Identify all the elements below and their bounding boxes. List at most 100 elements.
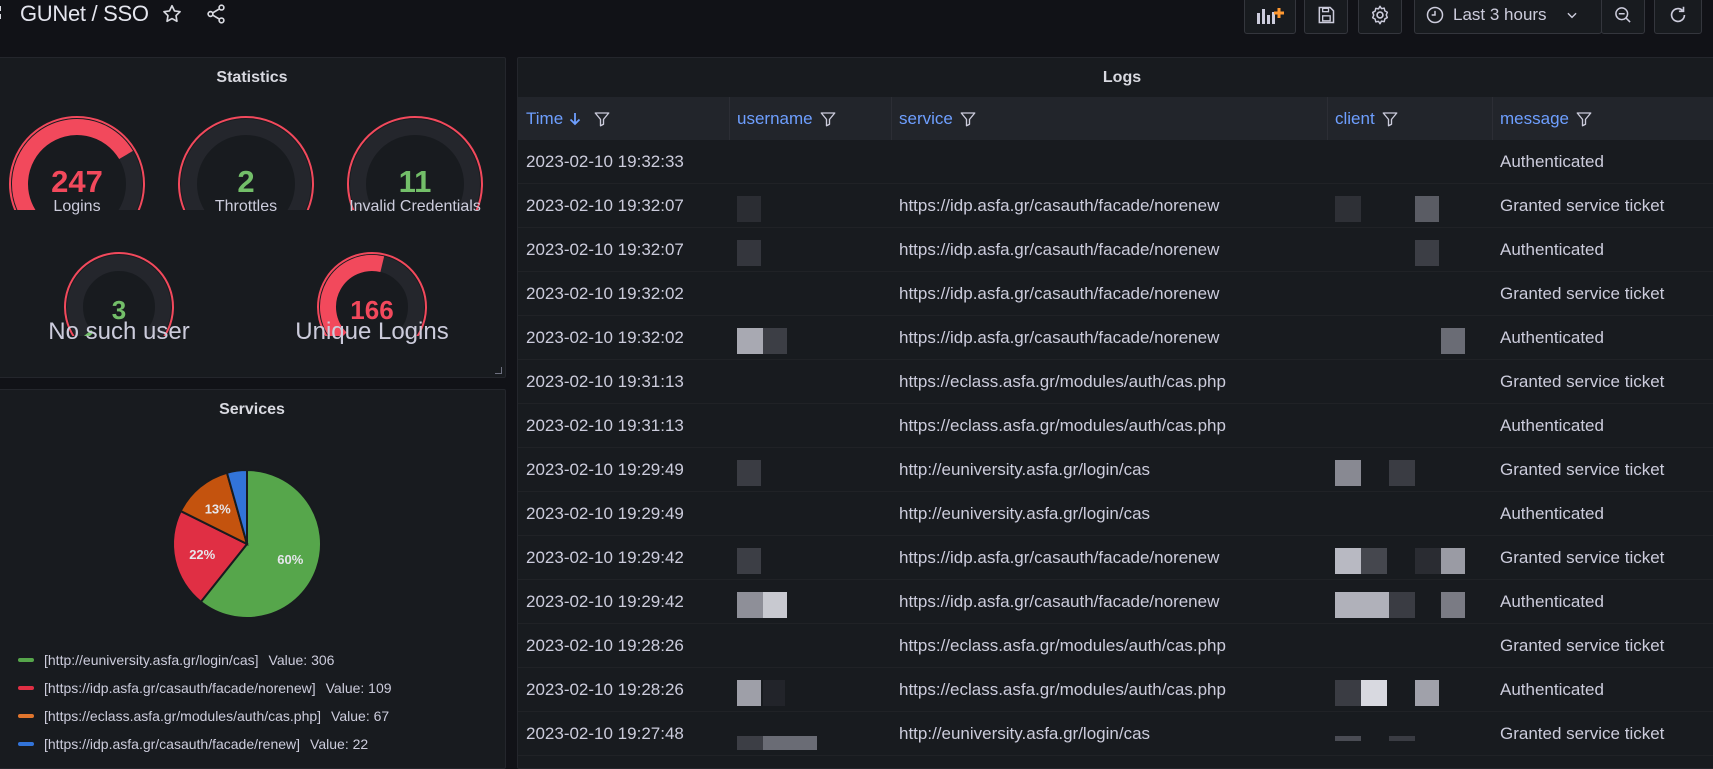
redacted-block xyxy=(1361,548,1387,574)
table-row[interactable]: 2023-02-10 19:29:49 http://euniversity.as… xyxy=(518,492,1713,536)
redacted-block xyxy=(1415,680,1439,706)
cell-message: Authenticated xyxy=(1500,328,1604,347)
cell-time: 2023-02-10 19:29:42 xyxy=(526,548,684,567)
filter-icon[interactable] xyxy=(1381,110,1399,128)
table-row[interactable]: 2023-02-10 19:28:26 https://eclass.asfa.g… xyxy=(518,624,1713,668)
cell-client xyxy=(1335,448,1489,492)
clock-icon xyxy=(1426,6,1444,24)
cell-service: https://eclass.asfa.gr/modules/auth/cas.… xyxy=(899,636,1226,655)
column-separator xyxy=(1492,97,1493,140)
share-icon[interactable] xyxy=(205,3,227,25)
table-row[interactable]: 2023-02-10 19:27:48 http://euniversity.as… xyxy=(518,712,1713,756)
redacted-block xyxy=(1441,592,1465,618)
redacted-block xyxy=(737,548,761,574)
redacted-block xyxy=(1389,592,1415,618)
cell-client xyxy=(1335,492,1489,536)
cell-message: Authenticated xyxy=(1500,152,1604,171)
redacted-block xyxy=(737,196,761,222)
table-row[interactable]: 2023-02-10 19:29:42 https://idp.asfa.gr/c… xyxy=(518,580,1713,624)
legend-item[interactable]: [http://euniversity.asfa.gr/login/cas] Va… xyxy=(18,646,392,674)
redacted-block xyxy=(1389,460,1415,486)
cell-username xyxy=(737,492,887,536)
redacted-block xyxy=(763,736,817,750)
gauge-value: 11 xyxy=(398,164,432,199)
table-row[interactable]: 2023-02-10 19:28:26 https://eclass.asfa.g… xyxy=(518,668,1713,712)
apps-icon[interactable] xyxy=(0,6,6,24)
table-row[interactable]: 2023-02-10 19:31:13 https://eclass.asfa.g… xyxy=(518,404,1713,448)
chevron-down-icon xyxy=(1566,12,1577,19)
redacted-block xyxy=(1441,328,1465,354)
column-header-client[interactable]: client xyxy=(1335,97,1399,140)
cell-username xyxy=(737,228,887,272)
redacted-block xyxy=(1335,680,1361,706)
breadcrumb[interactable]: GUNet / SSO xyxy=(20,1,149,27)
redacted-block xyxy=(763,592,787,618)
cell-service: http://euniversity.asfa.gr/login/cas xyxy=(899,504,1151,523)
gauge-no-such-user: 3 No such user xyxy=(48,246,190,345)
cell-service: https://eclass.asfa.gr/modules/auth/cas.… xyxy=(899,416,1226,435)
table-row[interactable]: 2023-02-10 19:29:49 http://euniversity.as… xyxy=(518,448,1713,492)
cell-time: 2023-02-10 19:27:48 xyxy=(526,724,684,743)
column-header-label: Time xyxy=(526,108,564,128)
column-header-service[interactable]: service xyxy=(899,97,977,140)
redacted-block xyxy=(1361,680,1387,706)
column-header-message[interactable]: message xyxy=(1500,97,1593,140)
add-panel-button[interactable] xyxy=(1244,0,1296,34)
cell-time: 2023-02-10 19:32:07 xyxy=(526,196,684,215)
gauge-value: 2 xyxy=(237,164,255,199)
cell-username xyxy=(737,580,887,624)
table-header: Time username service client message xyxy=(518,97,1713,140)
sort-desc-icon xyxy=(570,112,581,125)
table-row[interactable]: 2023-02-10 19:29:42 https://idp.asfa.gr/c… xyxy=(518,536,1713,580)
table-row[interactable]: 2023-02-10 19:32:07 https://idp.asfa.gr/c… xyxy=(518,184,1713,228)
table-row[interactable]: 2023-02-10 19:32:02 https://idp.asfa.gr/c… xyxy=(518,272,1713,316)
gauge-value: 247 xyxy=(51,164,103,199)
redacted-block xyxy=(763,328,787,354)
zoom-out-button[interactable] xyxy=(1601,0,1645,34)
column-separator xyxy=(729,97,730,140)
cell-service: https://idp.asfa.gr/casauth/facade/noren… xyxy=(899,592,1220,611)
column-header-label: client xyxy=(1335,108,1375,128)
cell-client xyxy=(1335,668,1489,712)
filter-icon[interactable] xyxy=(593,110,611,128)
time-range-picker[interactable]: Last 3 hours xyxy=(1414,0,1602,34)
panel-title: Services xyxy=(219,401,285,418)
cell-service: https://idp.asfa.gr/casauth/facade/noren… xyxy=(899,196,1220,215)
cell-username xyxy=(737,316,887,360)
star-icon[interactable] xyxy=(161,3,183,25)
cell-username xyxy=(737,360,887,404)
table-row[interactable]: 2023-02-10 19:32:33 Authenticated xyxy=(518,140,1713,184)
cell-message: Authenticated xyxy=(1500,504,1604,523)
cell-time: 2023-02-10 19:29:49 xyxy=(526,504,684,523)
cell-client xyxy=(1335,712,1489,756)
table-row[interactable]: 2023-02-10 19:32:02 https://idp.asfa.gr/c… xyxy=(518,316,1713,360)
cell-client xyxy=(1335,580,1489,624)
filter-icon[interactable] xyxy=(959,110,977,128)
cell-time: 2023-02-10 19:32:07 xyxy=(526,240,684,259)
redacted-block xyxy=(737,328,763,354)
filter-icon[interactable] xyxy=(1575,110,1593,128)
column-header-username[interactable]: username xyxy=(737,97,837,140)
redacted-block xyxy=(1415,196,1439,222)
column-header-time[interactable]: Time xyxy=(526,97,611,140)
legend-item[interactable]: [https://idp.asfa.gr/casauth/facade/nore… xyxy=(18,674,392,702)
panel-title: Statistics xyxy=(216,69,288,86)
cell-service: http://euniversity.asfa.gr/login/cas xyxy=(899,724,1151,743)
dashboard-settings-button[interactable] xyxy=(1358,0,1402,34)
table-row[interactable]: 2023-02-10 19:31:13 https://eclass.asfa.g… xyxy=(518,360,1713,404)
column-header-label: service xyxy=(899,108,953,128)
redacted-block xyxy=(1335,592,1389,618)
filter-icon[interactable] xyxy=(819,110,837,128)
legend-value: Value: 22 xyxy=(310,736,369,752)
refresh-button[interactable] xyxy=(1654,0,1702,34)
save-dashboard-button[interactable] xyxy=(1304,0,1348,34)
cell-client xyxy=(1335,624,1489,668)
cell-message: Authenticated xyxy=(1500,240,1604,259)
cell-service: http://euniversity.asfa.gr/login/cas xyxy=(899,460,1151,479)
legend-item[interactable]: [https://idp.asfa.gr/casauth/facade/rene… xyxy=(18,730,392,758)
legend-item[interactable]: [https://eclass.asfa.gr/modules/auth/cas… xyxy=(18,702,392,730)
column-header-label: message xyxy=(1500,108,1569,128)
resize-handle[interactable] xyxy=(495,367,502,374)
redacted-block xyxy=(763,680,785,706)
table-row[interactable]: 2023-02-10 19:32:07 https://idp.asfa.gr/c… xyxy=(518,228,1713,272)
